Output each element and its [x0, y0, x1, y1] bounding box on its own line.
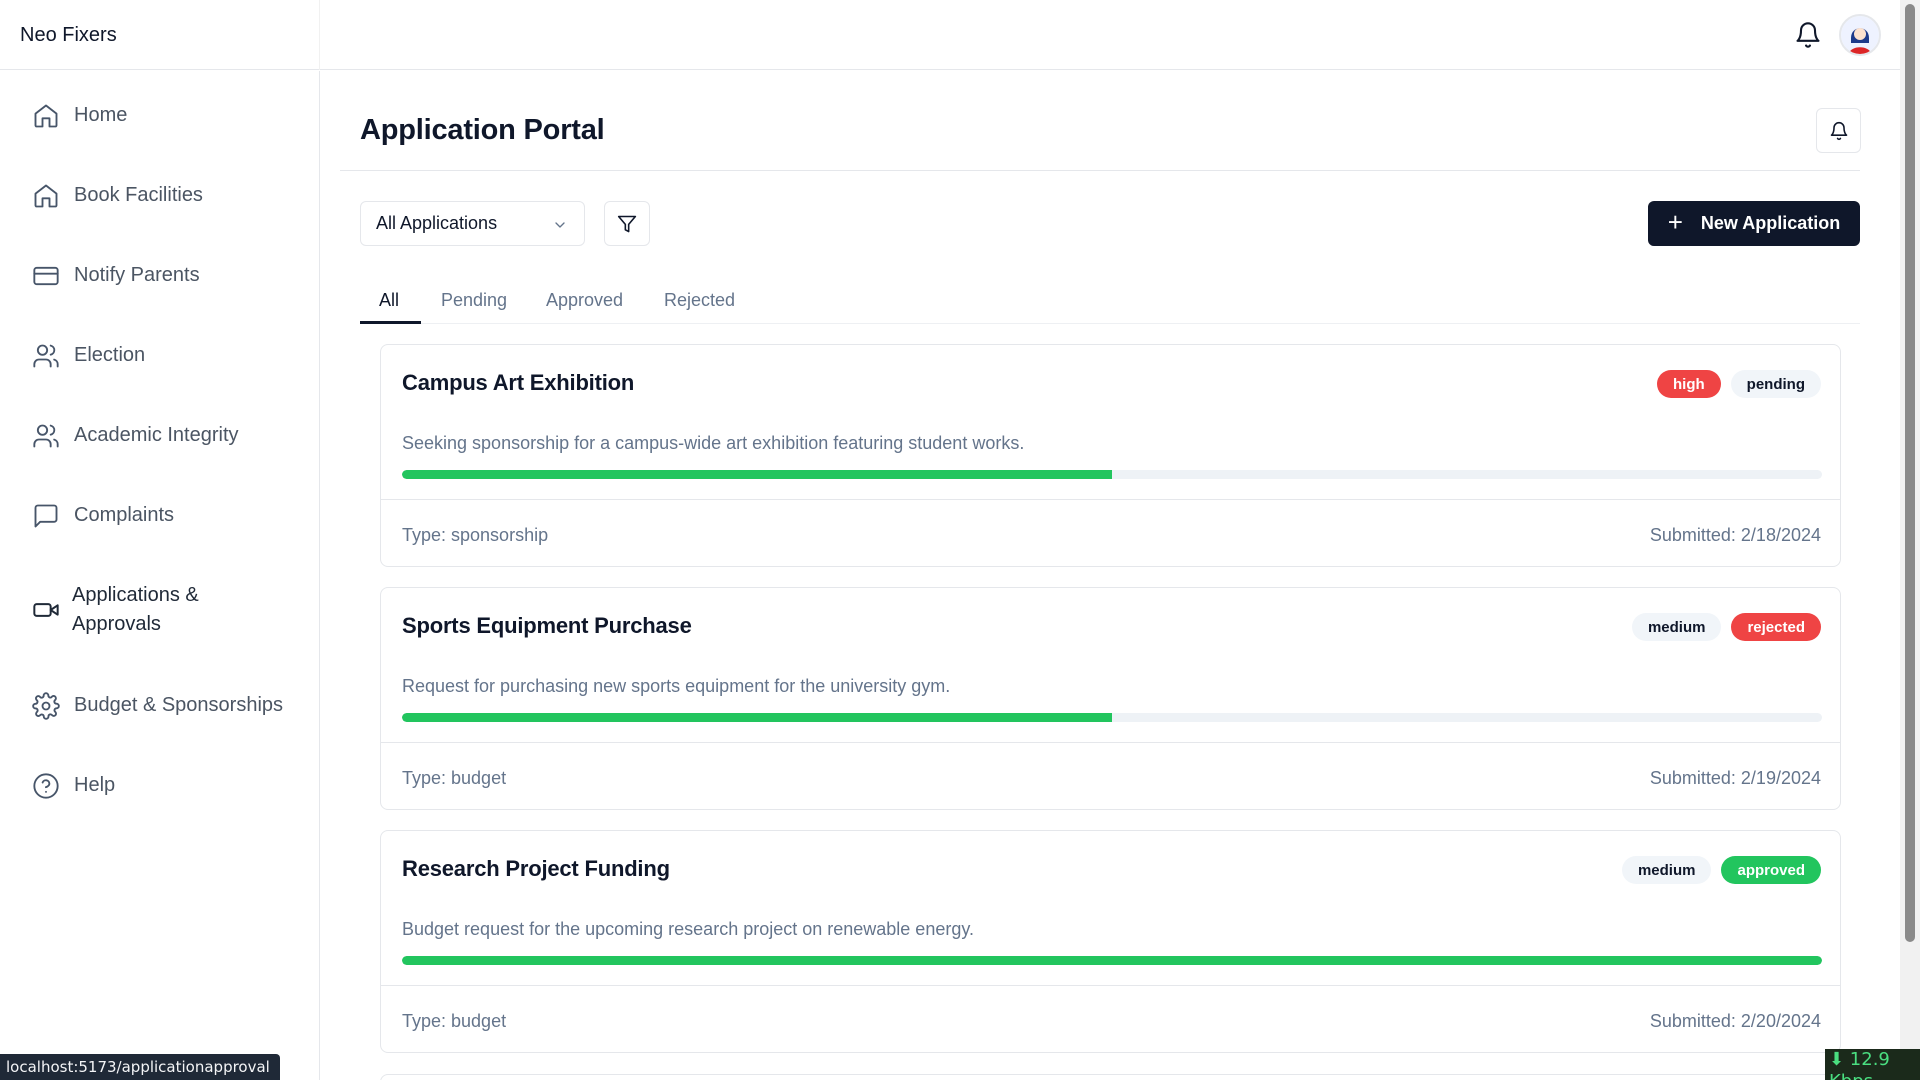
- badge-group: high pending: [1657, 370, 1821, 398]
- scrollbar-thumb[interactable]: [1905, 4, 1915, 942]
- credit-card-icon: [33, 266, 59, 285]
- page-scrollbar[interactable]: [1900, 0, 1920, 1080]
- settings-icon: [32, 691, 60, 720]
- application-description: Budget request for the upcoming research…: [402, 919, 975, 939]
- network-speed-widget: ⬇ 12.9 Kbps: [1825, 1049, 1920, 1080]
- application-description: Seeking sponsorship for a campus-wide ar…: [402, 433, 1025, 453]
- progress-bar: [402, 713, 1822, 722]
- sidebar-item-label: Notify Parents: [74, 264, 200, 286]
- progress-fill: [402, 956, 1822, 965]
- bell-icon: [1830, 121, 1847, 140]
- application-description: Request for purchasing new sports equipm…: [402, 676, 951, 696]
- card-divider: [381, 742, 1840, 743]
- application-title: Research Project Funding: [402, 856, 670, 881]
- top-bar-divider: [319, 0, 320, 70]
- submitted-date: Submitted: 2/18/2024: [1649, 525, 1821, 545]
- new-application-button[interactable]: + New Application: [1648, 201, 1860, 246]
- sidebar-item-applications-approvals[interactable]: Applications & Approvals: [32, 581, 242, 639]
- home-icon: [34, 104, 58, 127]
- application-title: Sports Equipment Purchase: [402, 613, 692, 638]
- badge-group: medium rejected: [1631, 613, 1821, 641]
- filter-icon: [617, 215, 637, 232]
- page-title: Application Portal: [360, 114, 605, 146]
- sidebar-item-academic-integrity[interactable]: Academic Integrity: [32, 421, 239, 450]
- notifications-button[interactable]: [1816, 108, 1861, 153]
- sidebar: Home Book Facilities Notify Parents Elec…: [0, 71, 320, 1080]
- priority-badge: medium: [1631, 613, 1722, 641]
- notifications-bell-icon[interactable]: [1794, 20, 1822, 50]
- application-type: Type: budget: [402, 1011, 507, 1031]
- sidebar-item-election[interactable]: Election: [32, 341, 145, 370]
- tab-pending[interactable]: Pending: [441, 290, 507, 311]
- status-badge: approved: [1721, 856, 1821, 884]
- card-divider: [381, 985, 1840, 986]
- brand-name[interactable]: Neo Fixers: [20, 24, 117, 47]
- status-badge: pending: [1730, 370, 1821, 398]
- application-card[interactable]: Sports Equipment Purchase medium rejecte…: [380, 587, 1841, 810]
- sidebar-item-help[interactable]: Help: [32, 771, 115, 800]
- sidebar-item-label: Applications & Approvals: [72, 584, 199, 635]
- chevron-down-icon: [555, 222, 565, 228]
- select-value: All Applications: [376, 213, 498, 233]
- application-card[interactable]: Campus Art Exhibition high pending Seeki…: [380, 344, 1841, 567]
- sidebar-item-complaints[interactable]: Complaints: [32, 501, 174, 530]
- sidebar-item-label: Election: [74, 344, 146, 366]
- application-title: Campus Art Exhibition: [402, 370, 635, 395]
- badge-group: medium approved: [1621, 856, 1821, 884]
- sidebar-item-budget-sponsorships[interactable]: Budget & Sponsorships: [32, 691, 283, 720]
- new-application-label: New Application: [1700, 213, 1841, 233]
- application-card-partial[interactable]: [380, 1074, 1841, 1080]
- status-badge: rejected: [1731, 613, 1821, 641]
- progress-fill: [402, 470, 1112, 479]
- tab-all[interactable]: All: [379, 290, 399, 311]
- application-filter-select[interactable]: All Applications: [360, 201, 585, 246]
- user-avatar[interactable]: [1839, 14, 1881, 56]
- sidebar-item-label: Academic Integrity: [74, 424, 239, 446]
- progress-bar: [402, 956, 1822, 965]
- sidebar-item-label: Home: [74, 104, 128, 126]
- filter-button[interactable]: [604, 201, 650, 246]
- progress-fill: [402, 713, 1112, 722]
- submitted-date: Submitted: 2/20/2024: [1649, 1011, 1821, 1031]
- application-type: Type: sponsorship: [402, 525, 549, 545]
- progress-bar: [402, 470, 1822, 479]
- home-icon: [34, 184, 58, 207]
- status-tabs: All Pending Approved Rejected: [360, 284, 1860, 324]
- sidebar-item-label: Help: [74, 774, 116, 796]
- users-icon: [33, 424, 59, 447]
- priority-badge: medium: [1621, 856, 1712, 884]
- sidebar-item-label: Complaints: [74, 504, 175, 526]
- message-square-icon: [34, 504, 58, 527]
- top-bar: Neo Fixers: [0, 0, 1900, 70]
- tab-approved[interactable]: Approved: [546, 290, 623, 311]
- link-status-url: localhost:5173/applicationapproval: [0, 1054, 280, 1080]
- sidebar-item-notify-parents[interactable]: Notify Parents: [32, 261, 200, 290]
- header-divider: [340, 170, 1860, 171]
- sidebar-item-label: Budget & Sponsorships: [74, 694, 284, 716]
- help-circle-icon: [33, 772, 59, 799]
- tab-rejected[interactable]: Rejected: [664, 290, 735, 311]
- sidebar-item-label: Book Facilities: [74, 184, 203, 206]
- active-tab-indicator: [360, 321, 421, 324]
- sidebar-item-book-facilities[interactable]: Book Facilities: [32, 181, 203, 210]
- card-divider: [381, 499, 1840, 500]
- users-icon: [33, 344, 59, 367]
- application-card[interactable]: Research Project Funding medium approved…: [380, 830, 1841, 1053]
- submitted-date: Submitted: 2/19/2024: [1649, 768, 1821, 788]
- priority-badge: high: [1657, 370, 1721, 398]
- sidebar-item-home[interactable]: Home: [32, 101, 127, 130]
- avatar-image: [1841, 16, 1879, 54]
- application-type: Type: budget: [402, 768, 507, 788]
- video-icon: [33, 603, 59, 617]
- plus-icon: +: [1667, 207, 1683, 237]
